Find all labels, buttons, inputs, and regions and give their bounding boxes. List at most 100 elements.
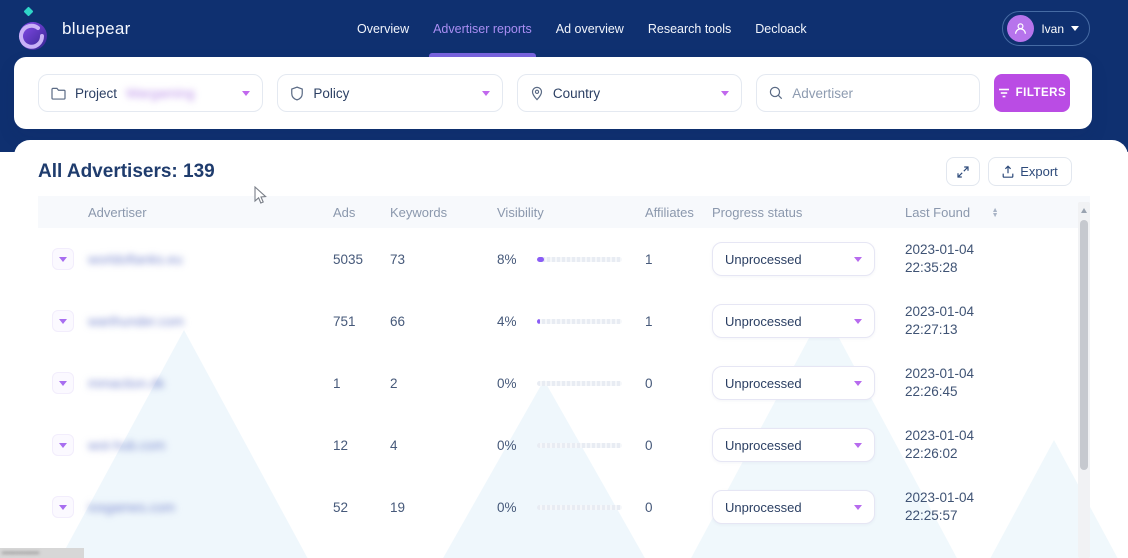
progress-status-dropdown[interactable]: Unprocessed bbox=[712, 366, 875, 400]
row-expander-button[interactable] bbox=[52, 434, 74, 456]
advertiser-link-blurred[interactable]: mmaction.dk bbox=[88, 376, 165, 391]
visibility-bar-fill bbox=[537, 318, 541, 324]
chevron-down-icon bbox=[1071, 26, 1079, 31]
advertiser-link-blurred[interactable]: wot-hub.com bbox=[88, 438, 165, 453]
upload-icon bbox=[1002, 165, 1014, 178]
project-filter-label: Project bbox=[75, 85, 118, 101]
header-visibility: Visibility bbox=[497, 204, 544, 220]
ads-count: 12 bbox=[333, 437, 349, 453]
visibility-bar bbox=[537, 442, 622, 448]
advertiser-link-blurred[interactable]: iosgames.com bbox=[88, 500, 175, 515]
row-expander-button[interactable] bbox=[52, 372, 74, 394]
header-affiliates: Affiliates bbox=[645, 204, 694, 220]
advertiser-search-input[interactable] bbox=[792, 85, 953, 101]
bluepear-logo-icon bbox=[16, 6, 50, 51]
chevron-down-icon bbox=[59, 380, 67, 386]
header-ads: Ads bbox=[333, 204, 356, 220]
row-expander-button[interactable] bbox=[52, 310, 74, 332]
chevron-down-icon bbox=[59, 504, 67, 510]
project-filter[interactable]: Project Wargaming bbox=[38, 74, 264, 112]
browser-status-bar: ▪▪▪▪▪▪▪▪▪▪▪▪▪▪▪ bbox=[0, 548, 84, 558]
toolbar-buttons: Export bbox=[946, 157, 1072, 186]
visibility-bar bbox=[537, 504, 622, 510]
last-found-cell: 2023-01-04 22:26:02 bbox=[905, 414, 1090, 476]
affiliates-count: 1 bbox=[645, 251, 653, 267]
nav-item-label: Ad overview bbox=[555, 21, 624, 36]
main-nav: Overview Advertiser reports Ad overview … bbox=[357, 0, 807, 57]
visibility-cell: 8% bbox=[497, 252, 645, 267]
expand-table-button[interactable] bbox=[946, 157, 980, 186]
policy-filter[interactable]: Policy bbox=[277, 74, 503, 112]
row-expander-button[interactable] bbox=[52, 248, 74, 270]
chevron-down-icon bbox=[854, 318, 862, 324]
last-found-cell: 2023-01-04 22:27:13 bbox=[905, 290, 1090, 352]
ads-count: 751 bbox=[333, 313, 356, 329]
visibility-bar-fill bbox=[537, 256, 544, 262]
country-filter-label: Country bbox=[552, 85, 601, 101]
filters-button-label: FILTERS bbox=[1015, 87, 1067, 99]
chevron-down-icon bbox=[59, 442, 67, 448]
header-progress-status: Progress status bbox=[712, 204, 803, 220]
chevron-down-icon bbox=[59, 256, 67, 262]
progress-status-value: Unprocessed bbox=[725, 313, 802, 329]
advertiser-search[interactable] bbox=[756, 74, 980, 112]
chevron-down-icon bbox=[721, 90, 730, 96]
progress-status-value: Unprocessed bbox=[725, 499, 802, 515]
scrollbar-thumb[interactable] bbox=[1080, 220, 1088, 470]
visibility-percent: 4% bbox=[497, 313, 517, 329]
expand-icon bbox=[957, 165, 969, 178]
progress-status-dropdown[interactable]: Unprocessed bbox=[712, 490, 875, 524]
mouse-cursor bbox=[254, 186, 267, 204]
search-icon bbox=[770, 86, 783, 100]
advertisers-table: Advertiser Ads Keywords Visibility Affil… bbox=[38, 196, 1090, 538]
last-found-time: 22:26:45 bbox=[905, 384, 958, 399]
export-button[interactable]: Export bbox=[988, 157, 1072, 186]
affiliates-count: 0 bbox=[645, 375, 653, 391]
last-found-date: 2023-01-04 bbox=[905, 428, 975, 443]
results-toolbar: All Advertisers: 139 Export bbox=[14, 140, 1128, 196]
progress-status-dropdown[interactable]: Unprocessed bbox=[712, 242, 875, 276]
logo-circle-icon bbox=[19, 21, 47, 50]
visibility-percent: 0% bbox=[497, 375, 517, 391]
person-icon bbox=[1015, 23, 1027, 34]
table-row: mmaction.dk 1 2 0% 0 Unprocessed 2023-01… bbox=[38, 352, 1090, 414]
last-found-cell: 2023-01-04 22:26:45 bbox=[905, 352, 1090, 414]
sort-icon[interactable]: ▲ ▼ bbox=[992, 207, 999, 219]
nav-item[interactable]: Research tools bbox=[648, 0, 731, 57]
content-area: All Advertisers: 139 Export Advertiser A… bbox=[14, 140, 1128, 558]
user-menu[interactable]: Ivan bbox=[1002, 11, 1090, 46]
header-last-found: Last Found ▲ ▼ bbox=[905, 196, 1090, 228]
header-advertiser: Advertiser bbox=[88, 204, 147, 220]
table-scrollbar[interactable] bbox=[1078, 202, 1090, 558]
folder-icon bbox=[51, 87, 66, 100]
nav-item[interactable]: Ad overview bbox=[556, 0, 624, 57]
progress-status-dropdown[interactable]: Unprocessed bbox=[712, 304, 875, 338]
keywords-count: 4 bbox=[390, 437, 398, 453]
table-row: worldoftanks.eu 5035 73 8% 1 Unprocessed… bbox=[38, 228, 1090, 290]
advertiser-link-blurred[interactable]: warthunder.com bbox=[88, 314, 184, 329]
nav-item[interactable]: Overview bbox=[357, 0, 409, 57]
row-expander-button[interactable] bbox=[52, 496, 74, 518]
header-keywords: Keywords bbox=[390, 204, 448, 220]
progress-status-dropdown[interactable]: Unprocessed bbox=[712, 428, 875, 462]
chevron-down-icon bbox=[481, 90, 490, 96]
nav-item[interactable]: Decloack bbox=[755, 0, 806, 57]
filter-lines-icon bbox=[998, 88, 1009, 98]
table-header: Advertiser Ads Keywords Visibility Affil… bbox=[38, 196, 1090, 228]
advertiser-link-blurred[interactable]: worldoftanks.eu bbox=[88, 252, 183, 267]
nav-item[interactable]: Advertiser reports bbox=[429, 0, 536, 57]
table-body: worldoftanks.eu 5035 73 8% 1 Unprocessed… bbox=[38, 228, 1090, 538]
keywords-count: 2 bbox=[390, 375, 398, 391]
scrollbar-up-arrow[interactable] bbox=[1078, 204, 1090, 216]
status-bar-text-blurred: ▪▪▪▪▪▪▪▪▪▪▪▪▪▪▪ bbox=[2, 549, 40, 557]
country-filter[interactable]: Country bbox=[516, 74, 743, 112]
last-found-cell: 2023-01-04 22:35:28 bbox=[905, 228, 1090, 290]
page-title: All Advertisers: 139 bbox=[38, 160, 215, 182]
nav-item-label: Overview bbox=[357, 21, 410, 36]
visibility-percent: 8% bbox=[497, 251, 517, 267]
chevron-down-icon bbox=[854, 442, 862, 448]
project-filter-value-blurred: Wargaming bbox=[126, 85, 195, 101]
affiliates-count: 0 bbox=[645, 499, 653, 515]
filters-button[interactable]: FILTERS bbox=[993, 74, 1070, 112]
user-avatar bbox=[1007, 15, 1035, 42]
